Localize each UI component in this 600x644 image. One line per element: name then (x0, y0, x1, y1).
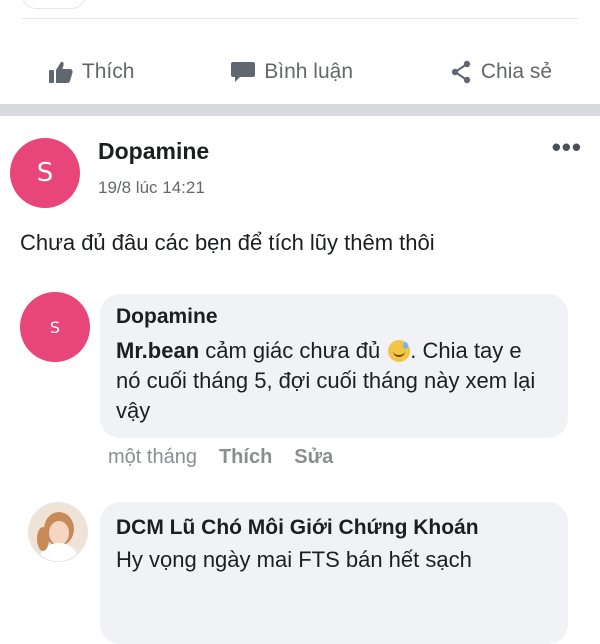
comment-button[interactable]: Bình luận (230, 60, 353, 84)
sweat-smile-emoji-icon (388, 340, 411, 362)
post-separator (0, 104, 600, 116)
comment-label: Bình luận (264, 60, 354, 83)
post-timestamp[interactable]: 19/8 lúc 14:21 (98, 178, 205, 198)
share-label: Chia sẻ (480, 60, 553, 83)
user-photo-icon (29, 503, 87, 561)
post-author[interactable]: Dopamine (98, 138, 209, 165)
comment-bubble: DCM Lũ Chó Môi Giới Chứng Khoán Hy vọng … (100, 502, 568, 644)
more-options-icon[interactable]: ••• (552, 134, 582, 160)
comment-text: Hy vọng ngày mai FTS bán hết sạch (116, 547, 472, 572)
comment-text-part-1: cảm giác chưa đủ (199, 338, 387, 363)
comment-edit-button[interactable]: Sửa (294, 446, 333, 469)
like-button[interactable]: Thích (48, 60, 135, 84)
mention-link[interactable]: Mr.bean (116, 338, 199, 363)
post-action-bar: Thích Bình luận Chia sẻ (0, 40, 600, 104)
avatar[interactable]: S (10, 138, 80, 208)
comment-like-button[interactable]: Thích (219, 446, 272, 469)
previous-post-edge (0, 0, 600, 22)
comment-avatar[interactable]: S (20, 292, 90, 362)
post-text: Chưa đủ đâu các bẹn để tích lũy thêm thô… (20, 230, 435, 255)
previous-comment-box-edge (22, 0, 86, 9)
comment-time[interactable]: một tháng (108, 446, 197, 469)
divider-line (22, 18, 578, 19)
thumbs-up-icon (48, 60, 74, 84)
photo-avatar[interactable] (28, 502, 88, 562)
share-icon (449, 60, 473, 84)
comment-author[interactable]: Dopamine (116, 304, 552, 330)
comment-text: Mr.bean cảm giác chưa đủ . Chia tay e nó… (116, 336, 552, 426)
like-label: Thích (81, 60, 135, 83)
comment-bubble-icon (230, 60, 256, 84)
comment-meta: một tháng Thích Sửa (108, 446, 333, 469)
comment-author[interactable]: DCM Lũ Chó Môi Giới Chứng Khoán (116, 512, 552, 543)
comment-bubble: Dopamine Mr.bean cảm giác chưa đủ . Chia… (100, 294, 568, 438)
share-button[interactable]: Chia sẻ (449, 60, 552, 84)
post-header: S Dopamine 19/8 lúc 14:21 ••• (10, 134, 590, 210)
